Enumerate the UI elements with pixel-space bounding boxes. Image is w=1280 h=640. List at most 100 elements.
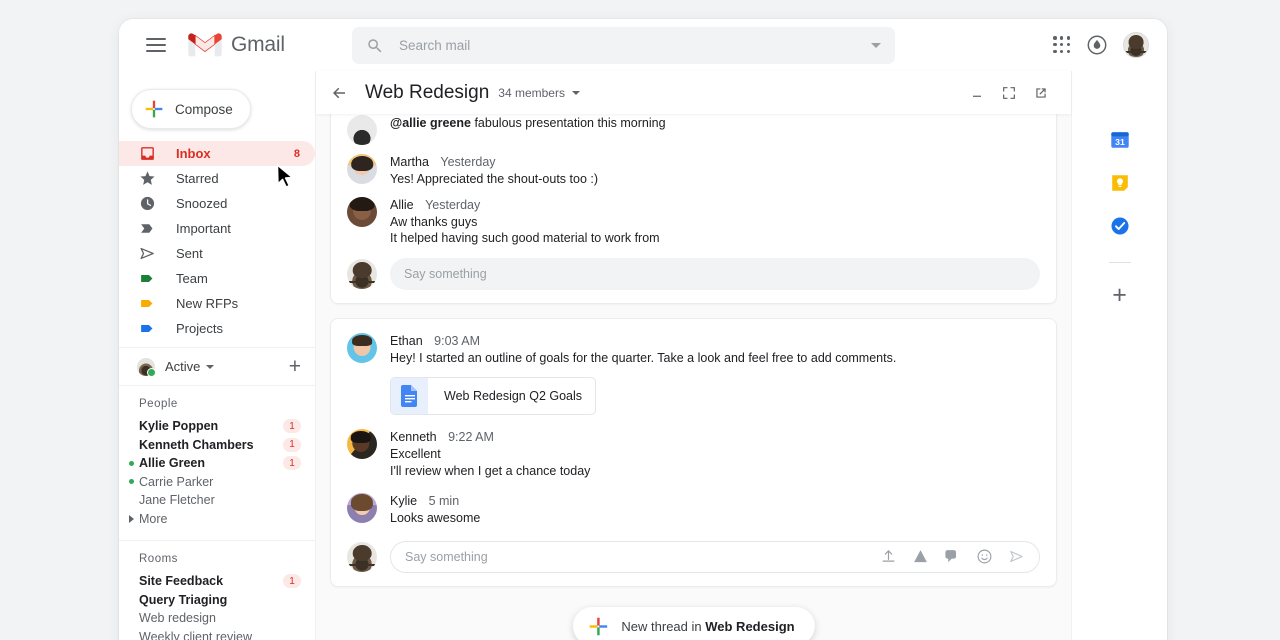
message-sender: Martha bbox=[390, 155, 429, 169]
sidebar-item-team[interactable]: Team bbox=[119, 266, 315, 291]
reply-input-wrapper[interactable] bbox=[390, 258, 1040, 290]
sidebar-item-snoozed[interactable]: Snoozed bbox=[119, 191, 315, 216]
message-time: 5 min bbox=[429, 494, 460, 508]
chat-panel: Web Redesign 34 members bbox=[316, 71, 1071, 640]
message-line: fabulous presentation this morning bbox=[471, 116, 666, 130]
list-item[interactable]: Kylie Poppen 1 bbox=[119, 417, 315, 436]
label-icon bbox=[139, 270, 156, 287]
upload-icon[interactable] bbox=[880, 548, 897, 565]
clock-icon bbox=[139, 195, 156, 212]
popout-icon[interactable] bbox=[1033, 85, 1049, 101]
list-item[interactable]: Site Feedback 1 bbox=[119, 572, 315, 591]
attachment-icon-wrapper bbox=[391, 378, 428, 414]
message-time: 9:03 AM bbox=[434, 334, 480, 348]
avatar bbox=[347, 542, 377, 572]
message-header: Kenneth 9:22 AM bbox=[390, 430, 590, 444]
rooms-section: Rooms Site Feedback 1 Query Triaging Web… bbox=[119, 540, 315, 640]
message: Allie Yesterday Aw thanks guys It helped… bbox=[331, 188, 1056, 247]
reply-input[interactable] bbox=[405, 550, 870, 564]
list-item[interactable]: Weekly client review bbox=[119, 628, 315, 640]
attachment-card[interactable]: Web Redesign Q2 Goals bbox=[390, 377, 596, 415]
search-options-icon[interactable] bbox=[871, 43, 881, 48]
minimize-icon[interactable] bbox=[969, 85, 985, 101]
message-sender: Kenneth bbox=[390, 430, 437, 444]
browser-window: Gmail bbox=[119, 19, 1167, 640]
reply-actions bbox=[880, 548, 1025, 565]
sidebar-item-sent[interactable]: Sent bbox=[119, 241, 315, 266]
message-header: Kylie 5 min bbox=[390, 494, 480, 508]
message-line: I'll review when I get a chance today bbox=[390, 463, 590, 480]
side-rail: 31 + bbox=[1071, 71, 1167, 640]
search-bar[interactable] bbox=[352, 27, 895, 64]
add-addon-button[interactable]: + bbox=[1112, 283, 1127, 308]
add-conversation-button[interactable]: + bbox=[289, 356, 301, 377]
list-item[interactable]: Allie Green 1 bbox=[119, 454, 315, 473]
chevron-down-icon[interactable] bbox=[572, 91, 580, 95]
room-name: Query Triaging bbox=[139, 593, 227, 607]
sidebar-item-label: Snoozed bbox=[176, 196, 227, 211]
people-more-button[interactable]: More bbox=[119, 510, 315, 529]
status-row[interactable]: Active + bbox=[119, 347, 315, 385]
list-item[interactable]: Kenneth Chambers 1 bbox=[119, 436, 315, 455]
sidebar-item-inbox[interactable]: Inbox 8 bbox=[119, 141, 315, 166]
collapse-icon[interactable] bbox=[1001, 85, 1017, 101]
back-arrow-icon[interactable] bbox=[330, 84, 348, 102]
list-item[interactable]: Query Triaging bbox=[119, 591, 315, 610]
thread-scroll-area[interactable]: @allie greene fabulous presentation this… bbox=[316, 114, 1071, 640]
google-keep-icon[interactable] bbox=[1109, 172, 1131, 194]
message-line: Looks awesome bbox=[390, 510, 480, 527]
video-meet-icon[interactable] bbox=[944, 548, 961, 565]
sidebar-item-label: Projects bbox=[176, 321, 223, 336]
thread-reply-row bbox=[331, 527, 1056, 573]
message-line: Excellent bbox=[390, 446, 590, 463]
message-line: It helped having such good material to w… bbox=[390, 230, 660, 247]
new-thread-label: New thread in Web Redesign bbox=[621, 619, 794, 634]
sidebar-item-new-rfps[interactable]: New RFPs bbox=[119, 291, 315, 316]
rail-divider bbox=[1109, 262, 1131, 263]
avatar bbox=[347, 197, 377, 227]
google-tasks-icon[interactable] bbox=[1109, 215, 1131, 237]
sidebar: Compose Inbox 8 Starred bbox=[119, 71, 316, 640]
chevron-down-icon[interactable] bbox=[206, 365, 214, 369]
emoji-icon[interactable] bbox=[976, 548, 993, 565]
sidebar-item-important[interactable]: Important bbox=[119, 216, 315, 241]
message-line: Aw thanks guys bbox=[390, 214, 660, 231]
room-name: Web redesign bbox=[139, 611, 216, 625]
room-name: Site Feedback bbox=[139, 574, 223, 588]
unread-badge: 1 bbox=[283, 438, 301, 452]
nav-list: Inbox 8 Starred Snoozed I bbox=[119, 141, 315, 341]
room-name: Weekly client review bbox=[139, 630, 252, 640]
message-sender: Kylie bbox=[390, 494, 417, 508]
thread-card: @allie greene fabulous presentation this… bbox=[330, 114, 1057, 304]
list-item[interactable]: Carrie Parker bbox=[119, 473, 315, 492]
list-item[interactable]: Web redesign bbox=[119, 609, 315, 628]
hamburger-icon[interactable] bbox=[146, 38, 166, 52]
online-status-icon bbox=[129, 461, 134, 466]
person-name: Allie Green bbox=[139, 456, 205, 470]
support-icon[interactable] bbox=[1086, 34, 1108, 56]
message-line: Yes! Appreciated the shout-outs too :) bbox=[390, 171, 598, 188]
chat-header: Web Redesign 34 members bbox=[316, 71, 1071, 114]
new-thread-button[interactable]: New thread in Web Redesign bbox=[572, 607, 814, 640]
avatar[interactable] bbox=[1123, 32, 1149, 58]
list-item[interactable]: Jane Fletcher bbox=[119, 491, 315, 510]
person-name: Carrie Parker bbox=[139, 475, 213, 489]
people-more-label: More bbox=[139, 512, 167, 526]
sidebar-item-projects[interactable]: Projects bbox=[119, 316, 315, 341]
search-input[interactable] bbox=[399, 38, 871, 53]
google-docs-icon bbox=[401, 385, 419, 407]
apps-grid-icon[interactable] bbox=[1053, 36, 1071, 54]
google-calendar-icon[interactable]: 31 bbox=[1109, 129, 1131, 151]
brand-name: Gmail bbox=[231, 33, 285, 57]
google-drive-icon[interactable] bbox=[912, 548, 929, 565]
compose-button[interactable]: Compose bbox=[131, 89, 251, 129]
member-count: 34 members bbox=[498, 86, 565, 100]
important-icon bbox=[139, 220, 156, 237]
reply-input[interactable] bbox=[404, 267, 1026, 281]
message-line: Hey! I started an outline of goals for t… bbox=[390, 350, 896, 367]
send-icon[interactable] bbox=[1008, 548, 1025, 565]
message-text: @allie greene fabulous presentation this… bbox=[390, 115, 666, 132]
reply-input-wrapper[interactable] bbox=[390, 541, 1040, 573]
sidebar-item-starred[interactable]: Starred bbox=[119, 166, 315, 191]
sidebar-item-label: New RFPs bbox=[176, 296, 238, 311]
